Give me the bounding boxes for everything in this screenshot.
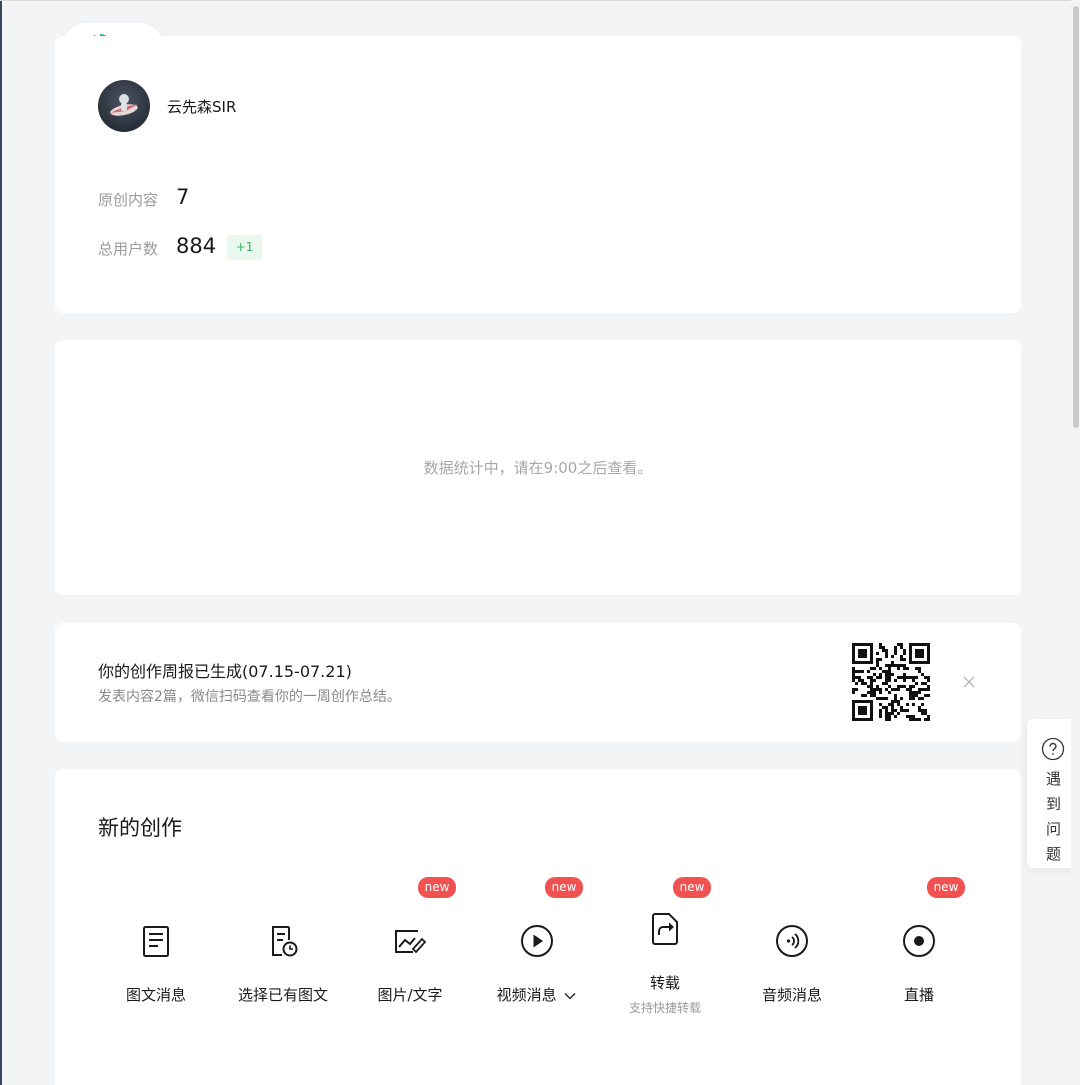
weekly-report-title: 你的创作周报已生成(07.15-07.21) [98, 662, 352, 681]
weekly-report-description: 发表内容2篇，微信扫码查看你的一周创作总结。 [98, 689, 401, 705]
play-circle-icon [521, 925, 553, 957]
tool-video-message[interactable]: new 视频消息 [474, 769, 600, 1085]
new-badge: new [418, 877, 456, 898]
users-growth-badge: +1 [227, 235, 262, 260]
qr-code-icon [852, 643, 930, 721]
close-icon[interactable] [962, 675, 976, 689]
username: 云先森SIR [167, 98, 237, 116]
image-pen-icon [395, 930, 427, 954]
tool-video-message-text: 视频消息 [496, 986, 557, 1004]
document-clock-icon [272, 926, 298, 957]
avatar[interactable] [98, 80, 150, 132]
stats-pending-message: 数据统计中，请在9:00之后查看。 [423, 459, 653, 477]
audio-icon [776, 925, 808, 957]
window-top-border [0, 0, 1080, 1]
tool-live-stream-label: 直播 [903, 986, 934, 1004]
data-stats-card: 数据统计中，请在9:00之后查看。 [55, 340, 1021, 595]
new-badge: new [673, 877, 711, 898]
document-icon [143, 926, 169, 957]
share-doc-icon [652, 913, 678, 945]
tool-audio-message-label: 音频消息 [761, 986, 822, 1004]
tool-repost-label: 转载 [649, 974, 680, 992]
new-badge: new [545, 877, 583, 898]
avatar-astronaut-icon [110, 94, 138, 116]
question-circle-icon [1041, 737, 1065, 761]
tool-audio-message[interactable]: 音频消息 [729, 769, 855, 1085]
window-edge [0, 0, 2, 1085]
tool-video-message-label: 视频消息 [474, 984, 600, 1005]
tool-image-text[interactable]: new 图片/文字 [347, 769, 473, 1085]
tool-repost-sublabel: 支持快捷转载 [628, 1001, 701, 1015]
new-badge: new [927, 877, 965, 898]
live-record-icon [903, 925, 935, 957]
profile-card: 云先森SIR 原创内容 7 总用户数 884 +1 [55, 36, 1021, 313]
tool-article-message-label: 图文消息 [125, 986, 186, 1004]
original-content-label: 原创内容 [98, 191, 159, 209]
total-users-label: 总用户数 [98, 240, 159, 258]
total-users-value[interactable]: 884 [176, 234, 216, 258]
scrollbar-thumb[interactable] [1073, 6, 1079, 428]
weekly-report-card: 你的创作周报已生成(07.15-07.21) 发表内容2篇，微信扫码查看你的一周… [55, 623, 1021, 742]
tool-select-existing-article[interactable]: 选择已有图文 [220, 769, 346, 1085]
tool-live-stream[interactable]: new 直播 [856, 769, 982, 1085]
original-content-value[interactable]: 7 [176, 185, 189, 209]
tool-article-message[interactable]: 图文消息 [93, 769, 219, 1085]
chevron-down-icon[interactable] [563, 991, 577, 1001]
tool-image-text-label: 图片/文字 [377, 986, 443, 1004]
tool-repost[interactable]: new 转载 支持快捷转载 [602, 769, 728, 1085]
new-creation-card: 新的创作 图文消息 选择已有图文 new 图片/文字 new 视频消息 new … [55, 769, 1021, 1085]
tool-select-existing-article-label: 选择已有图文 [237, 986, 328, 1004]
